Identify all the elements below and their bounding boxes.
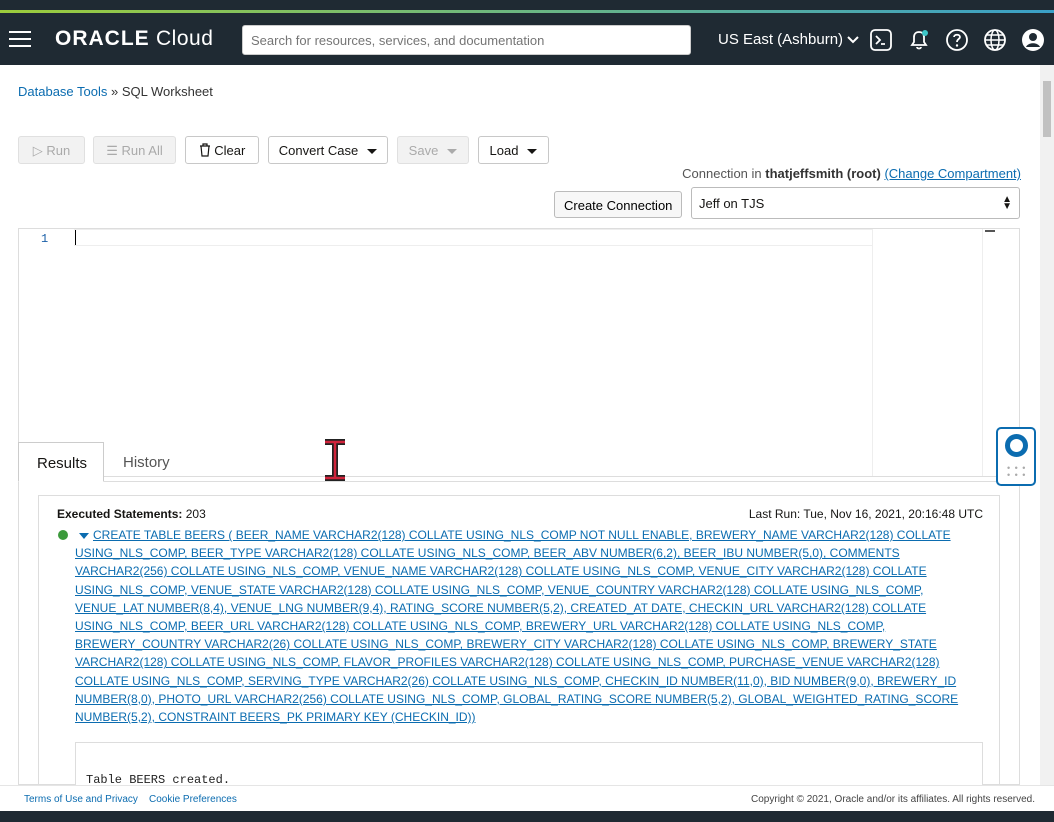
- menu-icon[interactable]: [9, 31, 31, 47]
- run-all-button[interactable]: ☰ Run All: [93, 136, 176, 164]
- success-status-icon: [58, 530, 68, 540]
- connection-select[interactable]: Jeff on TJS ▲ ▼: [691, 187, 1020, 219]
- connection-compartment: Connection in thatjeffsmith (root) (Chan…: [682, 166, 1021, 181]
- compartment-name: thatjeffsmith (root): [765, 166, 881, 181]
- select-arrows-icon: ▲ ▼: [1002, 194, 1012, 212]
- results-card: Executed Statements: 203 Last Run: Tue, …: [38, 495, 1000, 792]
- change-compartment-link[interactable]: (Change Compartment): [884, 166, 1021, 181]
- create-connection-button[interactable]: Create Connection: [554, 191, 683, 218]
- breadcrumb-separator: »: [111, 84, 119, 99]
- convert-case-dropdown[interactable]: Convert Case: [268, 136, 388, 164]
- caret-down-icon: [527, 149, 538, 155]
- oracle-cloud-logo[interactable]: ORACLE Cloud: [55, 27, 213, 51]
- globe-icon[interactable]: [983, 28, 1007, 52]
- sql-editor[interactable]: 1: [18, 228, 1020, 477]
- breadcrumb-current: SQL Worksheet: [121, 84, 213, 99]
- run-all-icon: ☰: [106, 143, 118, 158]
- results-tabs: Results History: [18, 442, 1020, 482]
- help-widget[interactable]: • • • • • •: [996, 427, 1036, 486]
- chevron-down-icon: [847, 36, 859, 44]
- region-selector[interactable]: US East (Ashburn): [718, 31, 859, 48]
- bell-icon[interactable]: [907, 28, 931, 52]
- tab-results[interactable]: Results: [18, 442, 104, 482]
- clear-button[interactable]: Clear: [185, 136, 259, 164]
- run-button[interactable]: ▷ Run: [18, 136, 85, 164]
- save-dropdown[interactable]: Save: [397, 136, 469, 164]
- user-icon[interactable]: [1021, 28, 1045, 52]
- lifebuoy-icon: [1005, 434, 1028, 457]
- terminal-icon[interactable]: [869, 28, 893, 52]
- accent-line: [0, 10, 1054, 13]
- copyright-text: Copyright © 2021, Oracle and/or its affi…: [751, 794, 1035, 805]
- load-dropdown[interactable]: Load: [478, 136, 549, 164]
- results-panel: Executed Statements: 203 Last Run: Tue, …: [18, 482, 1020, 792]
- editor-gutter: 1: [19, 229, 74, 476]
- cookie-preferences-link[interactable]: Cookie Preferences: [149, 794, 237, 805]
- terms-link[interactable]: Terms of Use and Privacy: [24, 794, 138, 805]
- page-scrollbar[interactable]: [1040, 65, 1054, 785]
- breadcrumb-database-tools[interactable]: Database Tools: [18, 84, 107, 99]
- scrollbar-thumb[interactable]: [1043, 81, 1051, 137]
- tab-history[interactable]: History: [105, 442, 188, 482]
- current-line-highlight: [74, 229, 872, 246]
- page-footer: Terms of Use and Privacy Cookie Preferen…: [0, 785, 1054, 811]
- main-content: Database Tools » SQL Worksheet ▷ Run ☰ R…: [0, 65, 1040, 792]
- help-icon[interactable]: [945, 28, 969, 52]
- last-run: Last Run: Tue, Nov 16, 2021, 20:16:48 UT…: [748, 507, 983, 521]
- play-icon: ▷: [32, 143, 43, 158]
- trash-icon: [199, 143, 210, 157]
- executed-count: 203: [185, 507, 206, 521]
- caret-down-icon: [447, 149, 458, 155]
- top-stripe: [0, 0, 1054, 14]
- breadcrumb: Database Tools » SQL Worksheet: [18, 84, 213, 99]
- executed-statements: Executed Statements: 203: [57, 507, 206, 521]
- text-cursor: [75, 230, 76, 245]
- drag-handle-icon[interactable]: • • • • • •: [1007, 464, 1026, 480]
- editor-minimap[interactable]: [872, 229, 982, 476]
- search-input[interactable]: [242, 25, 691, 55]
- statement-link[interactable]: CREATE TABLE BEERS ( BEER_NAME VARCHAR2(…: [75, 526, 987, 726]
- bottom-bar: [0, 811, 1054, 822]
- global-header: ORACLE Cloud US East (Ashburn): [0, 14, 1054, 65]
- line-number: 1: [41, 232, 49, 246]
- caret-down-icon: [367, 149, 378, 155]
